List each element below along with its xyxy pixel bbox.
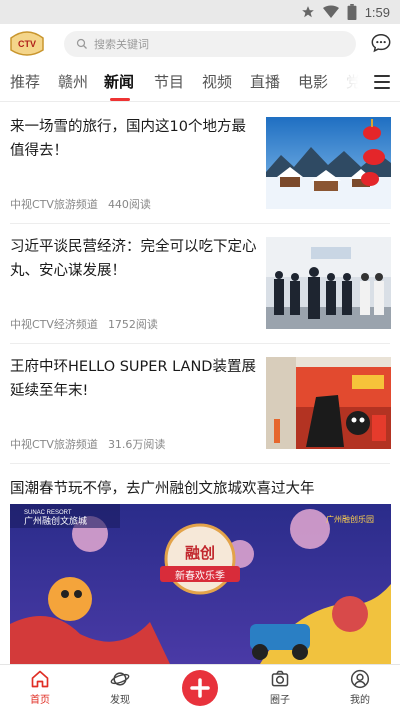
- featured-title[interactable]: 国潮春节玩不停，去广州融创文旅城欢喜过大年: [10, 477, 315, 498]
- search-placeholder: 搜索关键词: [94, 38, 149, 51]
- nav-mine[interactable]: 我的: [330, 669, 390, 706]
- banner-corner-text: 广州融创乐园: [326, 514, 374, 524]
- user-icon: [350, 669, 370, 689]
- tab-live[interactable]: 直播: [250, 71, 280, 92]
- star-icon: [301, 6, 314, 18]
- tab-movies[interactable]: 电影: [298, 71, 328, 92]
- tab-video[interactable]: 视频: [202, 71, 232, 92]
- app-header: CTV 搜索关键词: [0, 24, 400, 64]
- home-icon: [31, 670, 49, 688]
- status-bar: 1:59: [0, 0, 400, 24]
- search-input[interactable]: 搜索关键词: [64, 31, 356, 57]
- status-time: 1:59: [364, 4, 390, 20]
- channel-tabs: 推荐 赣州 新闻 节目 视频 直播 电影 党: [0, 64, 400, 102]
- news-reads: 440阅读: [107, 198, 151, 211]
- news-meta: 中视CTV经济频道 1752阅读: [10, 316, 158, 332]
- menu-icon[interactable]: [374, 75, 390, 89]
- tab-news[interactable]: 新闻: [104, 71, 134, 92]
- news-meta: 中视CTV旅游频道 31.6万阅读: [10, 436, 165, 452]
- add-post-button[interactable]: [182, 670, 218, 706]
- nav-discover-label: 发现: [110, 695, 130, 706]
- nav-mine-label: 我的: [350, 695, 370, 706]
- wifi-icon: [322, 5, 339, 18]
- nav-discover[interactable]: 发现: [90, 669, 150, 706]
- nav-home[interactable]: 首页: [10, 669, 70, 706]
- search-icon: [76, 38, 87, 49]
- news-item[interactable]: 习近平谈民营经济：完全可以吃下定心丸、安心谋发展！ 中视CTV经济频道 1752阅…: [0, 223, 400, 343]
- news-thumbnail-snow-village[interactable]: [266, 117, 391, 209]
- news-source: 中视CTV旅游频道: [10, 438, 98, 451]
- news-reads: 1752阅读: [107, 318, 158, 331]
- banner-brand: 广州融创文旅城: [24, 515, 87, 527]
- news-thumbnail-hello-land[interactable]: [266, 357, 391, 449]
- nav-circle-label: 圈子: [270, 695, 290, 706]
- news-title[interactable]: 王府中环HELLO SUPER LAND装置展延续至年末!: [10, 355, 260, 403]
- bottom-nav: 首页 发现 圈子 我的: [0, 664, 400, 710]
- divider: [10, 463, 390, 464]
- ctv-logo[interactable]: CTV: [8, 28, 46, 58]
- battery-icon: [347, 4, 357, 20]
- nav-circle[interactable]: 圈子: [250, 669, 310, 706]
- banner-main-text: 融创: [185, 544, 215, 562]
- planet-icon: [110, 672, 130, 686]
- nav-home-label: 首页: [30, 695, 50, 706]
- news-title[interactable]: 来一场雪的旅行，国内这10个地方最值得去！: [10, 115, 260, 163]
- featured-banner-image[interactable]: SUNAC RESORT 广州融创文旅城 融创 新春欢乐季 广州融创乐园: [10, 504, 391, 664]
- tab-programs[interactable]: 节目: [154, 71, 184, 92]
- news-meta: 中视CTV旅游频道 440阅读: [10, 196, 151, 212]
- news-title[interactable]: 习近平谈民营经济：完全可以吃下定心丸、安心谋发展！: [10, 235, 260, 283]
- banner-sub-text: 新春欢乐季: [175, 569, 225, 582]
- svg-text:CTV: CTV: [18, 39, 36, 49]
- news-item[interactable]: 来一场雪的旅行，国内这10个地方最值得去！ 中视CTV旅游频道 440阅读: [0, 103, 400, 223]
- plus-icon: [190, 678, 210, 698]
- news-item[interactable]: 王府中环HELLO SUPER LAND装置展延续至年末! 中视CTV旅游频道 3…: [0, 343, 400, 463]
- news-source: 中视CTV旅游频道: [10, 198, 98, 211]
- banner-brand-small: SUNAC RESORT: [24, 510, 72, 516]
- news-reads: 31.6万阅读: [107, 438, 166, 451]
- message-icon[interactable]: [370, 32, 392, 54]
- tab-active-indicator: [110, 98, 130, 101]
- tabs-fade: [330, 64, 366, 100]
- news-thumbnail-meeting[interactable]: [266, 237, 391, 329]
- tab-ganzhou[interactable]: 赣州: [58, 71, 88, 92]
- camera-icon: [271, 670, 289, 687]
- tab-recommend[interactable]: 推荐: [10, 71, 40, 92]
- news-source: 中视CTV经济频道: [10, 318, 98, 331]
